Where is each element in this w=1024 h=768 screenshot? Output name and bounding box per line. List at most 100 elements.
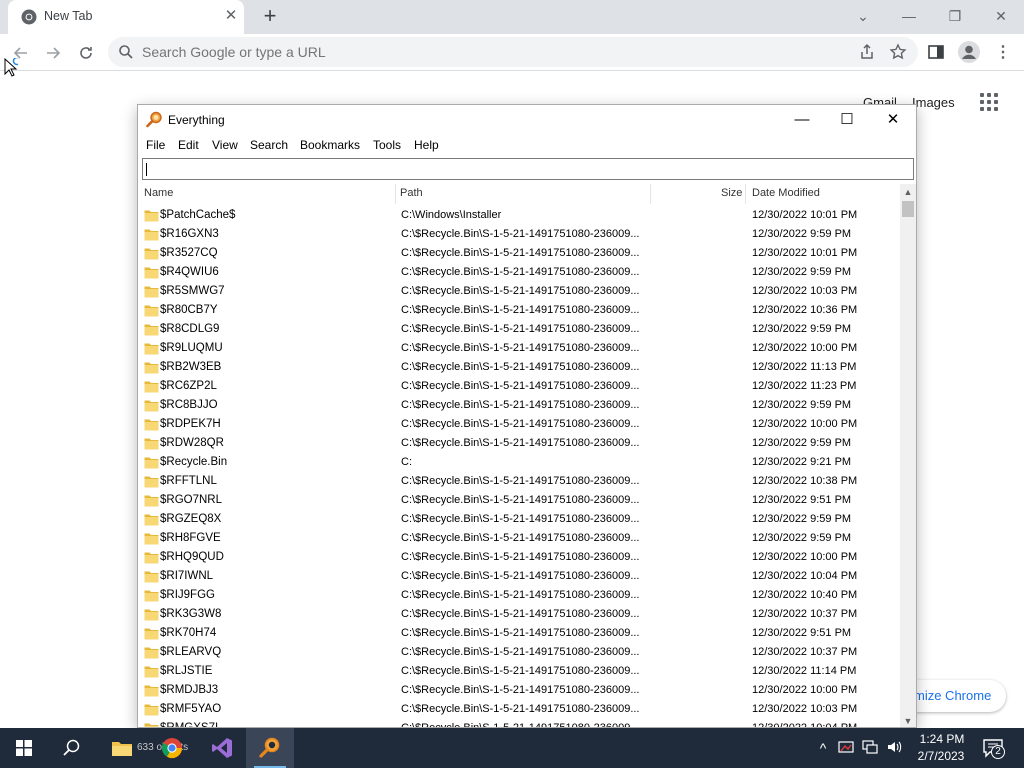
folder-icon [144, 609, 159, 621]
result-name: $R16GXN3 [160, 228, 219, 240]
result-row[interactable]: $RC6ZP2L C:\$Recycle.Bin\S-1-5-21-1491751… [138, 377, 902, 396]
profile-avatar[interactable] [957, 40, 981, 64]
volume-icon[interactable] [885, 739, 903, 757]
folder-icon [144, 324, 159, 336]
result-path: C:\$Recycle.Bin\S-1-5-21-1491751080-2360… [401, 437, 640, 449]
result-row[interactable]: $RGZEQ8X C:\$Recycle.Bin\S-1-5-21-1491751… [138, 510, 902, 529]
result-name: $PatchCache$ [160, 209, 236, 221]
folder-icon [144, 685, 159, 697]
column-divider[interactable] [395, 184, 396, 204]
folder-icon [144, 305, 159, 317]
taskbar-visual-studio[interactable] [198, 728, 246, 768]
result-name: $RGZEQ8X [160, 513, 222, 525]
result-row[interactable]: $RH8FGVE C:\$Recycle.Bin\S-1-5-21-1491751… [138, 529, 902, 548]
result-row[interactable]: $RHQ9QUD C:\$Recycle.Bin\S-1-5-21-1491751… [138, 548, 902, 567]
menu-bookmarks[interactable]: Bookmarks [300, 138, 360, 152]
tray-security-icon[interactable] [837, 739, 855, 757]
result-row[interactable]: $RLJSTIE C:\$Recycle.Bin\S-1-5-21-1491751… [138, 662, 902, 681]
scroll-down-arrow-icon[interactable]: ▼ [900, 713, 916, 727]
column-divider[interactable] [650, 184, 651, 204]
result-row[interactable]: $Recycle.Bin C: 12/30/2022 9:21 PM [138, 453, 902, 472]
result-row[interactable]: $RK3G3W8 C:\$Recycle.Bin\S-1-5-21-1491751… [138, 605, 902, 624]
result-row[interactable]: $R9LUQMU C:\$Recycle.Bin\S-1-5-21-1491751… [138, 339, 902, 358]
tray-overflow-chevron-icon[interactable]: ^ [814, 739, 832, 757]
result-row[interactable]: $RIJ9FGG C:\$Recycle.Bin\S-1-5-21-1491751… [138, 586, 902, 605]
result-row[interactable]: $RGO7NRL C:\$Recycle.Bin\S-1-5-21-1491751… [138, 491, 902, 510]
column-path[interactable]: Path [400, 187, 423, 199]
taskbar-search-button[interactable] [48, 728, 96, 768]
column-divider[interactable] [745, 184, 746, 204]
result-row[interactable]: $PatchCache$ C:\Windows\Installer 12/30/20… [138, 206, 902, 225]
search-box[interactable] [142, 158, 914, 180]
taskbar-chrome[interactable] [148, 728, 196, 768]
result-row[interactable]: $RFFTLNL C:\$Recycle.Bin\S-1-5-21-1491751… [138, 472, 902, 491]
menu-view[interactable]: View [212, 138, 238, 152]
share-icon[interactable] [858, 43, 876, 61]
forward-button[interactable] [40, 40, 66, 66]
menu-edit[interactable]: Edit [178, 138, 199, 152]
result-row[interactable]: $R3527CQ C:\$Recycle.Bin\S-1-5-21-1491751… [138, 244, 902, 263]
result-row[interactable]: $RB2W3EB C:\$Recycle.Bin\S-1-5-21-1491751… [138, 358, 902, 377]
folder-icon [144, 704, 159, 716]
taskbar-everything[interactable] [246, 728, 294, 768]
result-row[interactable]: $RI7IWNL C:\$Recycle.Bin\S-1-5-21-1491751… [138, 567, 902, 586]
result-row[interactable]: $R5SMWG7 C:\$Recycle.Bin\S-1-5-21-1491751… [138, 282, 902, 301]
new-tab-button[interactable]: + [258, 5, 282, 29]
images-link[interactable]: Images [912, 95, 955, 110]
menu-search[interactable]: Search [250, 138, 288, 152]
result-date-modified: 12/30/2022 9:51 PM [752, 494, 852, 506]
scrollbar-thumb[interactable] [902, 201, 914, 217]
reload-button[interactable] [73, 40, 99, 66]
tab-new-tab[interactable]: New Tab ✕ [8, 0, 244, 34]
vertical-scrollbar[interactable]: ▲ ▼ [900, 184, 916, 727]
clock-date[interactable]: 2/7/2023 [913, 749, 969, 763]
side-panel-icon[interactable] [925, 41, 947, 63]
result-row[interactable]: $R4QWIU6 C:\$Recycle.Bin\S-1-5-21-1491751… [138, 263, 902, 282]
menu-file[interactable]: File [146, 138, 165, 152]
omnibox[interactable] [108, 37, 918, 67]
minimize-button[interactable]: — [886, 3, 932, 29]
column-size[interactable]: Size [721, 187, 742, 199]
result-row[interactable]: $RMF5YAO C:\$Recycle.Bin\S-1-5-21-1491751… [138, 700, 902, 719]
result-row[interactable]: $RC8BJJO C:\$Recycle.Bin\S-1-5-21-1491751… [138, 396, 902, 415]
result-row[interactable]: $RK70H74 C:\$Recycle.Bin\S-1-5-21-1491751… [138, 624, 902, 643]
result-row[interactable]: $RDW28QR C:\$Recycle.Bin\S-1-5-21-1491751… [138, 434, 902, 453]
bookmark-star-icon[interactable] [889, 43, 907, 61]
address-input[interactable] [142, 42, 822, 62]
search-input[interactable] [143, 159, 913, 179]
restore-button[interactable]: ❐ [932, 3, 978, 29]
result-row[interactable]: $R16GXN3 C:\$Recycle.Bin\S-1-5-21-1491751… [138, 225, 902, 244]
result-row[interactable]: $RMDJBJ3 C:\$Recycle.Bin\S-1-5-21-1491751… [138, 681, 902, 700]
scroll-up-arrow-icon[interactable]: ▲ [900, 184, 916, 200]
everything-titlebar[interactable]: Everything — ☐ ✕ [138, 105, 916, 135]
maximize-button[interactable]: ☐ [824, 105, 870, 135]
folder-icon [144, 248, 159, 260]
column-date-modified[interactable]: Date Modified [752, 187, 820, 199]
result-row[interactable]: $RDPEK7H C:\$Recycle.Bin\S-1-5-21-1491751… [138, 415, 902, 434]
search-icon [119, 45, 133, 59]
menu-help[interactable]: Help [414, 138, 439, 152]
clock-time[interactable]: 1:24 PM [917, 732, 967, 746]
result-row[interactable]: $R80CB7Y C:\$Recycle.Bin\S-1-5-21-1491751… [138, 301, 902, 320]
google-apps-icon[interactable] [980, 93, 1000, 113]
result-row[interactable]: $RMGXS7I C:\$Recycle.Bin\S-1-5-21-1491751… [138, 719, 902, 727]
visual-studio-icon [212, 738, 232, 758]
start-button[interactable] [0, 728, 48, 768]
result-row[interactable]: $R8CDLG9 C:\$Recycle.Bin\S-1-5-21-1491751… [138, 320, 902, 339]
tab-close-icon[interactable]: ✕ [222, 7, 240, 25]
menu-tools[interactable]: Tools [373, 138, 401, 152]
network-icon[interactable] [861, 739, 879, 757]
result-row[interactable]: $RLEARVQ C:\$Recycle.Bin\S-1-5-21-1491751… [138, 643, 902, 662]
result-path: C:\$Recycle.Bin\S-1-5-21-1491751080-2360… [401, 513, 640, 525]
close-window-button[interactable]: ✕ [978, 3, 1024, 29]
column-name[interactable]: Name [144, 187, 173, 199]
folder-icon [112, 742, 132, 756]
taskbar-file-explorer[interactable] [98, 728, 146, 768]
result-path: C:\$Recycle.Bin\S-1-5-21-1491751080-2360… [401, 475, 640, 487]
folder-icon [144, 210, 159, 222]
minimize-button[interactable]: — [779, 105, 825, 135]
tab-search-icon[interactable]: ⌄ [840, 3, 886, 29]
chrome-menu-icon[interactable]: ⋮ [990, 40, 1016, 66]
close-button[interactable]: ✕ [870, 105, 916, 135]
folder-icon [144, 533, 159, 545]
